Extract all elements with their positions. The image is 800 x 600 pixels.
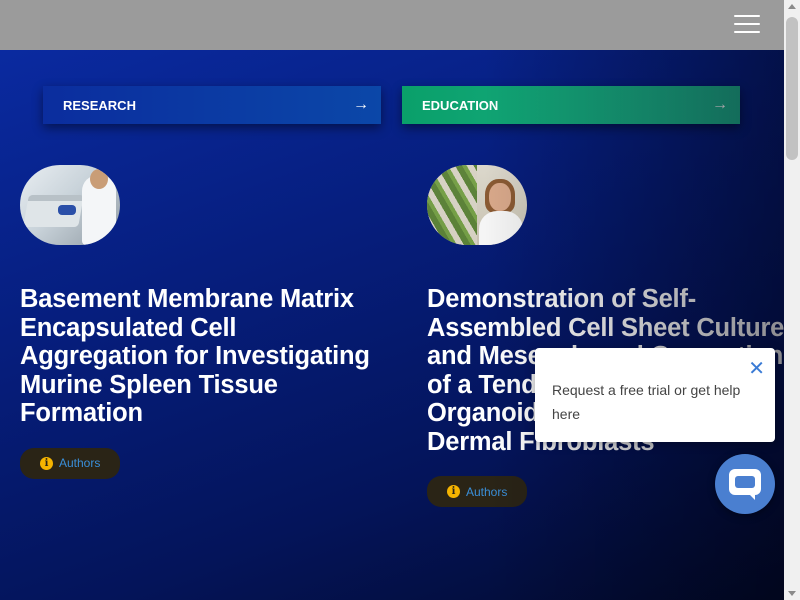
article-thumbnail[interactable]	[427, 165, 527, 245]
info-icon: i	[447, 485, 460, 498]
arrow-right-icon: →	[712, 96, 728, 113]
education-category-button[interactable]: EDUCATION →	[402, 86, 740, 124]
research-category-button[interactable]: RESEARCH →	[43, 86, 381, 124]
chat-launcher-button[interactable]	[715, 454, 775, 514]
info-icon: i	[40, 456, 53, 470]
close-icon[interactable]: ✕	[748, 356, 765, 380]
article-card: Basement Membrane Matrix Encapsulated Ce…	[20, 165, 380, 479]
research-category-label: RESEARCH	[63, 97, 136, 113]
scroll-up-arrow-icon[interactable]	[788, 4, 796, 9]
chat-prompt-message[interactable]: Request a free trial or get help here	[552, 378, 745, 426]
chat-prompt-popup: ✕ Request a free trial or get help here	[535, 348, 775, 442]
authors-label: Authors	[466, 484, 508, 499]
authors-button[interactable]: i Authors	[20, 447, 121, 479]
scroll-down-arrow-icon[interactable]	[788, 591, 796, 596]
education-category-label: EDUCATION	[422, 97, 499, 113]
vertical-scrollbar[interactable]	[784, 0, 800, 600]
authors-label: Authors	[59, 456, 101, 470]
hamburger-menu-icon[interactable]	[734, 15, 760, 35]
article-thumbnail[interactable]	[20, 165, 120, 245]
top-navigation-bar	[0, 0, 784, 50]
article-card: Demonstration of Self-Assembled Cell She…	[427, 165, 784, 507]
arrow-right-icon: →	[353, 96, 369, 113]
hero-section: RESEARCH → EDUCATION → Basement Membrane…	[0, 50, 784, 600]
article-title[interactable]: Basement Membrane Matrix Encapsulated Ce…	[20, 285, 380, 428]
authors-button[interactable]: i Authors	[427, 476, 528, 507]
scrollbar-thumb[interactable]	[786, 17, 798, 160]
